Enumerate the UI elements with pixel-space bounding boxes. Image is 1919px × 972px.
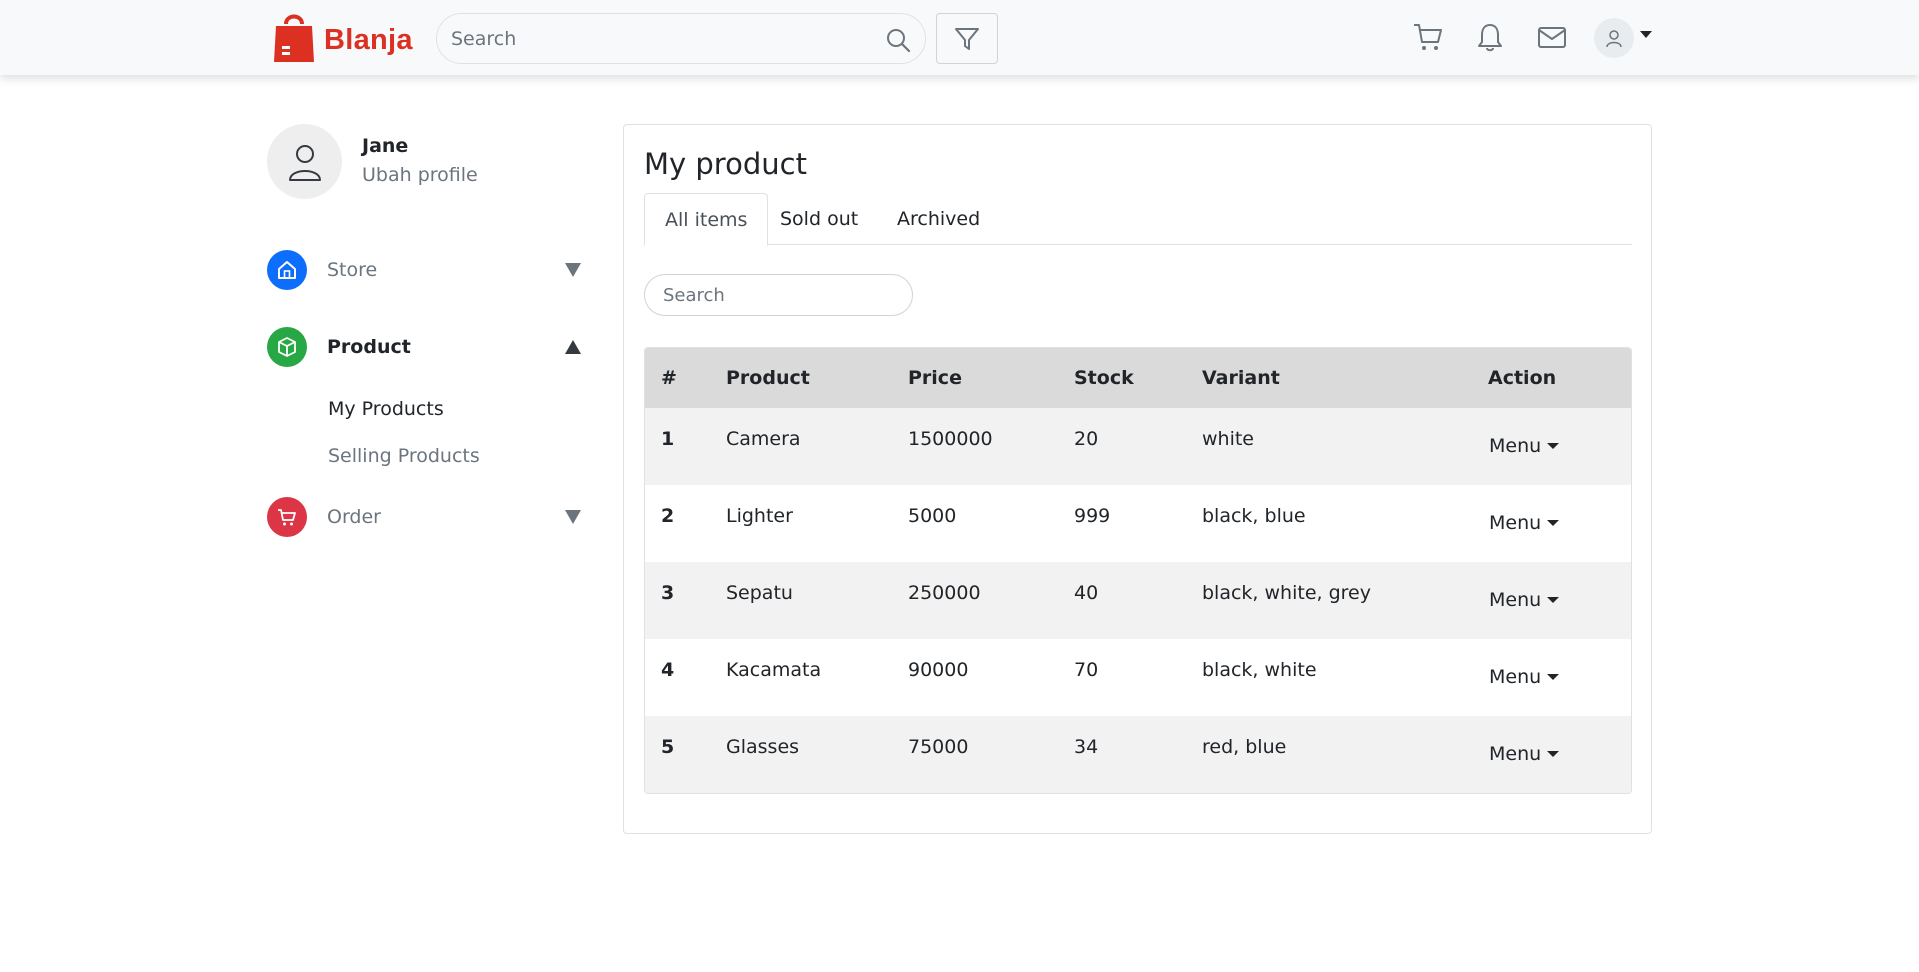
sidebar-item-order[interactable]: Order [267,496,583,538]
filter-button[interactable] [936,13,998,64]
product-price: 90000 [908,659,969,681]
row-menu-button[interactable]: Menu [1489,666,1560,688]
product-tabs: All items Sold out Archived [644,193,1632,246]
caret-down-icon [1547,520,1560,526]
product-table: # Product Price Stock Variant Action 1 C… [644,347,1632,794]
brand-logo[interactable]: Blanja [272,10,413,64]
table-row: 4 Kacamata 90000 70 black, white Menu [645,639,1631,716]
product-variant: white [1202,428,1254,450]
caret-down-icon [1547,443,1560,449]
table-header-cell: Price [908,367,962,389]
row-number: 5 [661,736,675,758]
caret-down-icon [1547,674,1560,680]
product-price: 250000 [908,582,981,604]
row-menu-button[interactable]: Menu [1489,512,1560,534]
sidebar-subitem-my-products[interactable]: My Products [328,398,444,420]
menu-label: Menu [1489,589,1542,611]
table-row: 1 Camera 1500000 20 white Menu [645,408,1631,485]
navbar-search [436,13,926,64]
chevron-up-icon[interactable] [565,340,581,354]
tab-all-items[interactable]: All items [644,193,769,246]
menu-label: Menu [1489,743,1542,765]
table-header-cell: Product [726,367,810,389]
box-icon [267,327,307,367]
sidebar-item-label: Store [327,259,378,281]
row-menu-button[interactable]: Menu [1489,743,1560,765]
table-header-cell: Stock [1074,367,1134,389]
user-icon [1606,30,1622,48]
user-icon [288,144,321,181]
mail-icon[interactable] [1536,21,1568,53]
table-row: 3 Sepatu 250000 40 black, white, grey Me… [645,562,1631,639]
row-number: 3 [661,582,675,604]
product-search-input[interactable] [644,274,913,316]
product-name: Kacamata [726,659,822,681]
profile-name: Jane [362,135,409,157]
product-name: Glasses [726,736,800,758]
store-icon [267,250,307,290]
sidebar-subitem-selling-products[interactable]: Selling Products [328,445,480,467]
tab-sold-out[interactable]: Sold out [760,193,878,245]
sidebar-item-label: Product [327,336,411,358]
user-menu-avatar[interactable] [1594,18,1634,58]
menu-label: Menu [1489,435,1542,457]
product-variant: black, white, grey [1202,582,1371,604]
row-number: 4 [661,659,675,681]
shopping-bag-icon [274,14,314,62]
caret-down-icon [1547,597,1560,603]
row-number: 1 [661,428,675,450]
product-stock: 34 [1074,736,1099,758]
user-menu-caret-icon[interactable] [1640,31,1652,38]
filter-icon [955,27,979,50]
product-price: 75000 [908,736,969,758]
product-name: Camera [726,428,801,450]
product-variant: red, blue [1202,736,1287,758]
top-navbar: Blanja [0,0,1919,75]
product-stock: 70 [1074,659,1099,681]
product-stock: 999 [1074,505,1111,527]
caret-down-icon [1547,751,1560,757]
product-stock: 20 [1074,428,1099,450]
bell-icon[interactable] [1474,21,1506,53]
sidebar-item-product[interactable]: Product [267,326,583,368]
product-stock: 40 [1074,582,1099,604]
product-price: 1500000 [908,428,993,450]
brand-name: Blanja [324,23,413,56]
row-menu-button[interactable]: Menu [1489,435,1560,457]
product-price: 5000 [908,505,957,527]
row-number: 2 [661,505,675,527]
table-header-row: # Product Price Stock Variant Action [645,348,1631,408]
product-name: Sepatu [726,582,793,604]
table-row: 5 Glasses 75000 34 red, blue Menu [645,716,1631,793]
tab-archived[interactable]: Archived [877,193,1000,245]
table-row: 2 Lighter 5000 999 black, blue Menu [645,485,1631,562]
search-icon[interactable] [885,27,911,53]
table-header-cell: Variant [1202,367,1280,389]
product-variant: black, white [1202,659,1317,681]
product-variant: black, blue [1202,505,1306,527]
table-header-cell: # [661,367,677,389]
navbar-search-input[interactable] [451,14,861,63]
menu-label: Menu [1489,512,1542,534]
cart-icon [267,497,307,537]
cart-icon[interactable] [1412,21,1444,53]
sidebar-item-store[interactable]: Store [267,249,583,291]
menu-label: Menu [1489,666,1542,688]
product-name: Lighter [726,505,793,527]
row-menu-button[interactable]: Menu [1489,589,1560,611]
table-header-cell: Action [1488,367,1557,389]
chevron-down-icon[interactable] [565,263,581,277]
page-title: My product [644,147,807,181]
profile-avatar [267,124,342,199]
edit-profile-link[interactable]: Ubah profile [362,164,478,186]
chevron-down-icon[interactable] [565,510,581,524]
sidebar-item-label: Order [327,506,381,528]
product-card: My product All items Sold out Archived #… [623,124,1652,834]
